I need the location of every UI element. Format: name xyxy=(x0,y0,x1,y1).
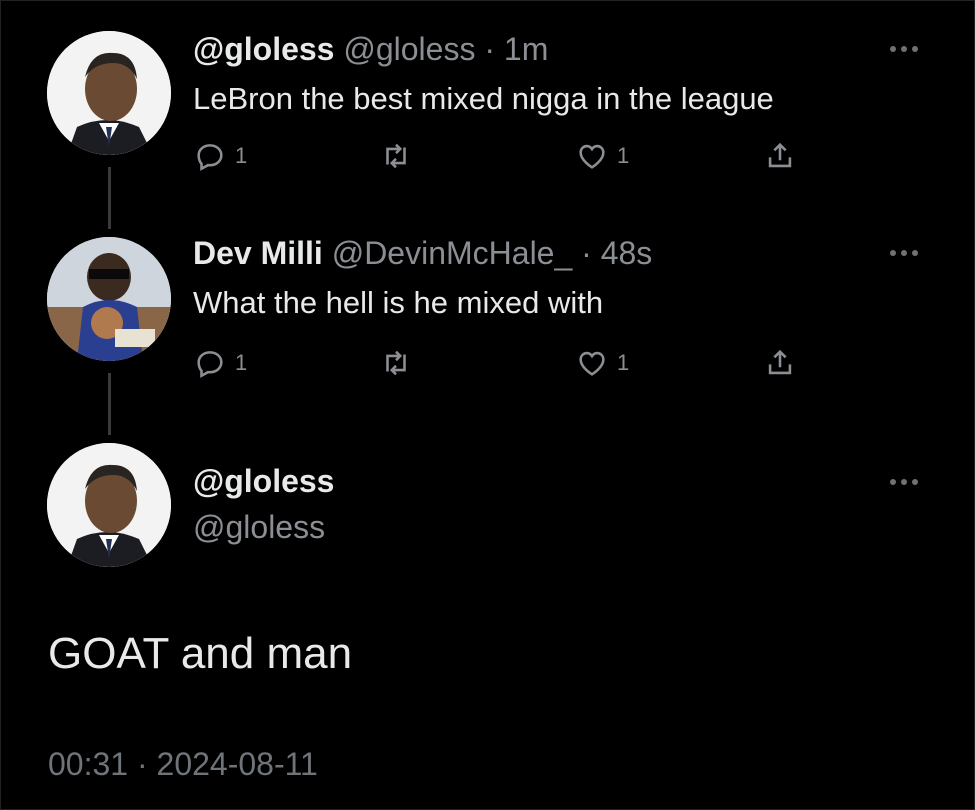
tweet-text: What the hell is he mixed with xyxy=(193,285,604,320)
reply-button[interactable]: 1 xyxy=(193,139,247,173)
tweet-header: Dev Milli @DevinMcHale_ · 48s xyxy=(193,235,652,272)
separator-dot: · xyxy=(484,31,495,67)
heart-icon xyxy=(579,144,605,169)
more-icon[interactable] xyxy=(890,247,930,259)
avatar-image xyxy=(47,31,171,155)
tweet-time[interactable]: 48s xyxy=(601,235,653,271)
reply-button[interactable]: 1 xyxy=(193,346,247,380)
display-name[interactable]: @gloless xyxy=(193,31,334,67)
tweet-text: LeBron the best mixed nigga in the leagu… xyxy=(193,81,774,116)
reply-count: 1 xyxy=(235,143,248,168)
thread-connector xyxy=(108,167,111,229)
reply-icon xyxy=(197,351,223,378)
reply-count: 1 xyxy=(235,350,248,375)
avatar-image xyxy=(47,443,171,567)
timeline: @gloless @gloless · 1m LeBron the best m… xyxy=(0,0,975,810)
retweet-icon xyxy=(386,350,406,376)
tweet-actions: 1 1 xyxy=(193,139,813,179)
display-name[interactable]: @gloless xyxy=(193,463,334,500)
more-icon[interactable] xyxy=(890,43,930,55)
avatar-image xyxy=(47,237,171,361)
tweet-actions: 1 1 xyxy=(193,346,813,386)
like-count: 1 xyxy=(617,350,630,375)
tweet-header: @gloless @gloless · 1m xyxy=(193,31,548,68)
reply-icon xyxy=(197,144,223,171)
avatar[interactable] xyxy=(47,237,171,361)
user-handle[interactable]: @gloless xyxy=(343,31,475,67)
separator-dot: · xyxy=(581,235,592,271)
user-handle[interactable]: @DevinMcHale_ xyxy=(332,235,573,271)
retweet-button[interactable] xyxy=(379,346,413,380)
retweet-icon xyxy=(386,143,406,169)
like-count: 1 xyxy=(617,143,630,168)
thread-connector xyxy=(108,373,111,435)
retweet-button[interactable] xyxy=(379,139,413,173)
like-button[interactable]: 1 xyxy=(575,139,629,173)
share-button[interactable] xyxy=(763,346,797,380)
tweet-time[interactable]: 1m xyxy=(504,31,548,67)
avatar[interactable] xyxy=(47,443,171,567)
share-button[interactable] xyxy=(763,139,797,173)
heart-icon xyxy=(579,351,605,376)
tweet-text: GOAT and man xyxy=(48,629,353,678)
user-handle[interactable]: @gloless xyxy=(193,509,325,546)
more-icon[interactable] xyxy=(890,476,930,488)
avatar[interactable] xyxy=(47,31,171,155)
like-button[interactable]: 1 xyxy=(575,346,629,380)
tweet-timestamp[interactable]: 00:31 · 2024-08-11 xyxy=(48,746,318,783)
share-icon xyxy=(768,142,792,168)
display-name[interactable]: Dev Milli xyxy=(193,235,323,271)
share-icon xyxy=(768,349,792,375)
